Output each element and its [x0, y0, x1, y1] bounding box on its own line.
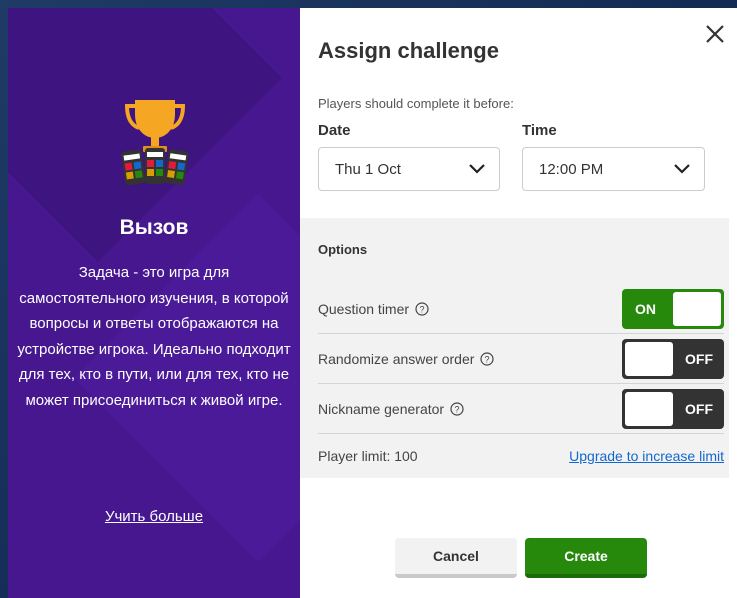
chevron-down-icon	[469, 164, 485, 174]
option-label: Nickname generator	[318, 400, 445, 417]
learn-more-link[interactable]: Учить больше	[8, 508, 300, 525]
challenge-info-panel: Вызов Задача - это игра для самостоятель…	[8, 8, 300, 598]
option-question-timer: Question timer ? ON	[318, 284, 724, 333]
randomize-answer-order-toggle[interactable]: OFF	[622, 338, 724, 379]
date-select[interactable]: Thu 1 Oct	[318, 147, 500, 191]
svg-text:?: ?	[420, 304, 425, 314]
help-icon[interactable]: ?	[450, 401, 464, 416]
time-value: 12:00 PM	[539, 160, 604, 178]
help-icon[interactable]: ?	[480, 351, 495, 366]
svg-text:?: ?	[455, 404, 460, 414]
challenge-title: Вызов	[119, 216, 189, 239]
dialog-title: Assign challenge	[318, 38, 499, 63]
option-randomize-answer-order: Randomize answer order ? OFF	[318, 334, 724, 383]
player-limit-text: Player limit: 100	[318, 448, 418, 464]
assign-challenge-dialog: Вызов Задача - это игра для самостоятель…	[8, 8, 737, 598]
option-label: Randomize answer order	[318, 350, 475, 367]
options-section: Options Question timer ? ON Randomize an…	[300, 218, 729, 478]
create-button[interactable]: Create	[525, 538, 647, 578]
time-label: Time	[522, 122, 557, 139]
option-nickname-generator: Nickname generator ? OFF	[318, 384, 724, 433]
assign-form-panel: Assign challenge Players should complete…	[300, 8, 737, 598]
toggle-knob	[625, 341, 673, 376]
nickname-generator-toggle[interactable]: OFF	[622, 388, 724, 429]
options-title: Options	[318, 242, 368, 257]
toggle-knob	[673, 291, 721, 326]
date-value: Thu 1 Oct	[335, 160, 401, 178]
question-timer-toggle[interactable]: ON	[622, 288, 724, 329]
time-select[interactable]: 12:00 PM	[522, 147, 705, 191]
toggle-state: OFF	[685, 400, 713, 417]
toggle-state: ON	[635, 300, 656, 317]
date-label: Date	[318, 122, 351, 139]
trophy-with-phones-icon	[121, 100, 189, 186]
help-icon[interactable]: ?	[415, 301, 429, 316]
deadline-subtitle: Players should complete it before:	[318, 96, 514, 111]
toggle-knob	[625, 391, 673, 426]
toggle-state: OFF	[685, 350, 713, 367]
option-label: Question timer	[318, 300, 410, 317]
chevron-down-icon	[674, 164, 690, 174]
cancel-button[interactable]: Cancel	[395, 538, 517, 578]
close-icon[interactable]	[703, 22, 727, 46]
svg-text:?: ?	[485, 354, 490, 364]
player-limit-row: Player limit: 100 Upgrade to increase li…	[318, 434, 724, 478]
upgrade-link[interactable]: Upgrade to increase limit	[569, 448, 724, 464]
challenge-description: Задача - это игра для самостоятельного и…	[17, 264, 291, 409]
